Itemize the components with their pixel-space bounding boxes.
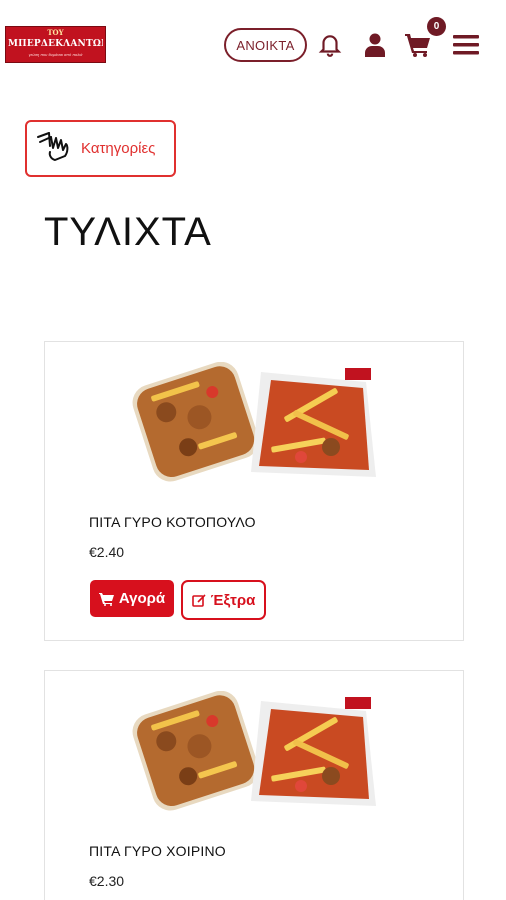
- site-header: ΤΟΥ ΜΠΕΡΔΕΚΛΑΝΤΩΝΗΣ γεύση που θυμάσαι απ…: [0, 0, 506, 92]
- product-price: €2.40: [89, 544, 125, 560]
- logo-top-text: ΤΟΥ: [47, 28, 64, 37]
- product-price: €2.30: [89, 873, 125, 889]
- extras-label: Έξτρα: [210, 591, 256, 609]
- product-name: ΠΙΤΑ ΓΥΡΟ ΚΟΤΟΠΟΥΛΟ: [89, 514, 256, 530]
- cart-count-badge: 0: [427, 17, 446, 36]
- cart-plus-icon: [98, 592, 115, 606]
- open-status-badge[interactable]: ΑΝΟΙΚΤΑ: [224, 28, 307, 62]
- cart-icon[interactable]: [403, 30, 433, 60]
- product-image[interactable]: [131, 361, 381, 482]
- user-icon[interactable]: [360, 30, 390, 60]
- hamburger-menu-icon[interactable]: [451, 30, 481, 60]
- page-title: ΤΥΛΙΧΤΑ: [44, 210, 212, 254]
- buy-button[interactable]: Αγορά: [90, 580, 174, 617]
- edit-icon: [191, 593, 207, 608]
- bell-icon[interactable]: [315, 30, 345, 60]
- extras-button[interactable]: Έξτρα: [181, 580, 266, 620]
- logo-name: ΜΠΕΡΔΕΚΛΑΝΤΩΝΗΣ: [8, 39, 103, 49]
- buy-label: Αγορά: [118, 590, 166, 607]
- product-card: ΠΙΤΑ ΓΥΡΟ ΧΟΙΡΙΝΟ €2.30: [44, 670, 464, 900]
- logo-tagline: γεύση που θυμάσαι από παλιά: [28, 52, 83, 57]
- categories-label: Κατηγορίες: [81, 140, 156, 157]
- brand-logo[interactable]: ΤΟΥ ΜΠΕΡΔΕΚΛΑΝΤΩΝΗΣ γεύση που θυμάσαι απ…: [5, 26, 106, 63]
- hand-pointer-icon: [35, 128, 75, 169]
- product-card: ΠΙΤΑ ΓΥΡΟ ΚΟΤΟΠΟΥΛΟ €2.40 Αγορά Έξτρα: [44, 341, 464, 641]
- categories-button[interactable]: Κατηγορίες: [25, 120, 176, 177]
- product-name: ΠΙΤΑ ΓΥΡΟ ΧΟΙΡΙΝΟ: [89, 843, 226, 859]
- product-image[interactable]: [131, 690, 381, 811]
